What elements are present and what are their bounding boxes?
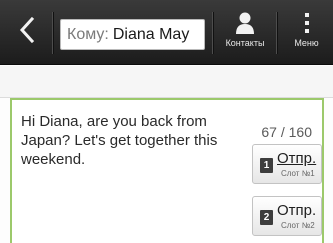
to-prefix: Кому: — [67, 25, 109, 43]
sim-slot-1-icon: 1 — [260, 158, 273, 173]
send-slot-1-button[interactable]: 1 Отпр. Слот №1 — [252, 144, 322, 184]
slot-label: Слот №2 — [281, 221, 315, 230]
sim-slot-2-icon: 2 — [260, 210, 273, 225]
divider — [52, 12, 53, 54]
conversation-area — [0, 66, 333, 98]
send-label: Отпр. — [277, 150, 317, 167]
message-input[interactable]: Hi Diana, are you back from Japan? Let's… — [21, 112, 243, 169]
chevron-left-icon — [19, 16, 35, 48]
divider — [276, 12, 277, 54]
contacts-button[interactable]: Контакты — [217, 8, 273, 58]
back-button[interactable] — [4, 12, 50, 52]
recipient-field[interactable]: Кому: Diana May — [60, 19, 205, 50]
compose-panel: Hi Diana, are you back from Japan? Let's… — [10, 98, 324, 243]
send-slot-2-button[interactable]: 2 Отпр. Слот №2 — [252, 196, 322, 236]
send-label: Отпр. — [277, 202, 317, 219]
character-counter: 67 / 160 — [261, 124, 312, 140]
person-icon — [235, 8, 255, 34]
action-bar: Кому: Diana May Контакты Меню — [0, 0, 333, 65]
divider — [212, 12, 213, 54]
menu-button[interactable]: Меню — [280, 8, 333, 58]
vertical-dots-icon — [304, 8, 310, 34]
recipient-name: Diana May — [112, 25, 190, 43]
menu-label: Меню — [294, 38, 319, 48]
contacts-label: Контакты — [225, 38, 265, 48]
slot-label: Слот №1 — [281, 169, 315, 178]
